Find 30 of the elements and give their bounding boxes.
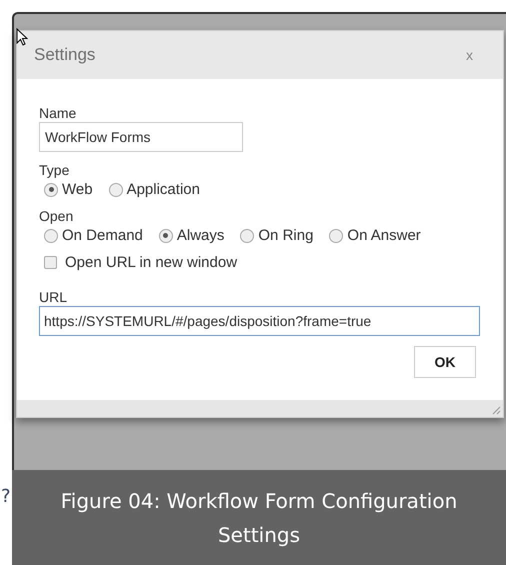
ok-button[interactable]: OK [414,346,476,378]
field-label: Type [39,162,70,178]
option-label: Always [176,227,224,244]
radio-option[interactable]: On Answer [329,227,421,244]
radio-option[interactable]: Web [44,181,93,198]
url-field[interactable]: https://SYSTEMURL/#/pages/disposition?frame=true [39,306,480,336]
option-label: Application [126,181,200,198]
radio-button[interactable] [44,228,58,242]
radio-option[interactable]: On Demand [44,227,143,244]
option-label: On Ring [258,227,314,244]
resize-grip-icon [491,405,501,415]
field-label: Open [39,208,74,224]
radio-button[interactable] [329,228,344,242]
checkbox[interactable] [44,256,57,269]
figure-caption: Figure 04: Workflow Form Configuration Settings [60,488,458,548]
radio-button[interactable] [108,182,123,196]
option-label: On Demand [62,227,143,244]
dialog-title: Settings [34,45,96,65]
name-field[interactable]: WorkFlow Forms [39,122,243,152]
radio-option[interactable]: Always [158,227,224,244]
radio-option[interactable]: Application [108,181,200,198]
option-label: Web [62,181,93,198]
radio-button[interactable] [158,228,173,242]
option-label: On Answer [347,227,421,244]
question-mark: ? [1,486,12,507]
radio-option[interactable]: On Ring [240,227,314,244]
field-label: URL [39,289,68,305]
field-label: Name [39,105,78,121]
radio-button[interactable] [240,228,254,242]
radio-button[interactable] [44,182,58,196]
